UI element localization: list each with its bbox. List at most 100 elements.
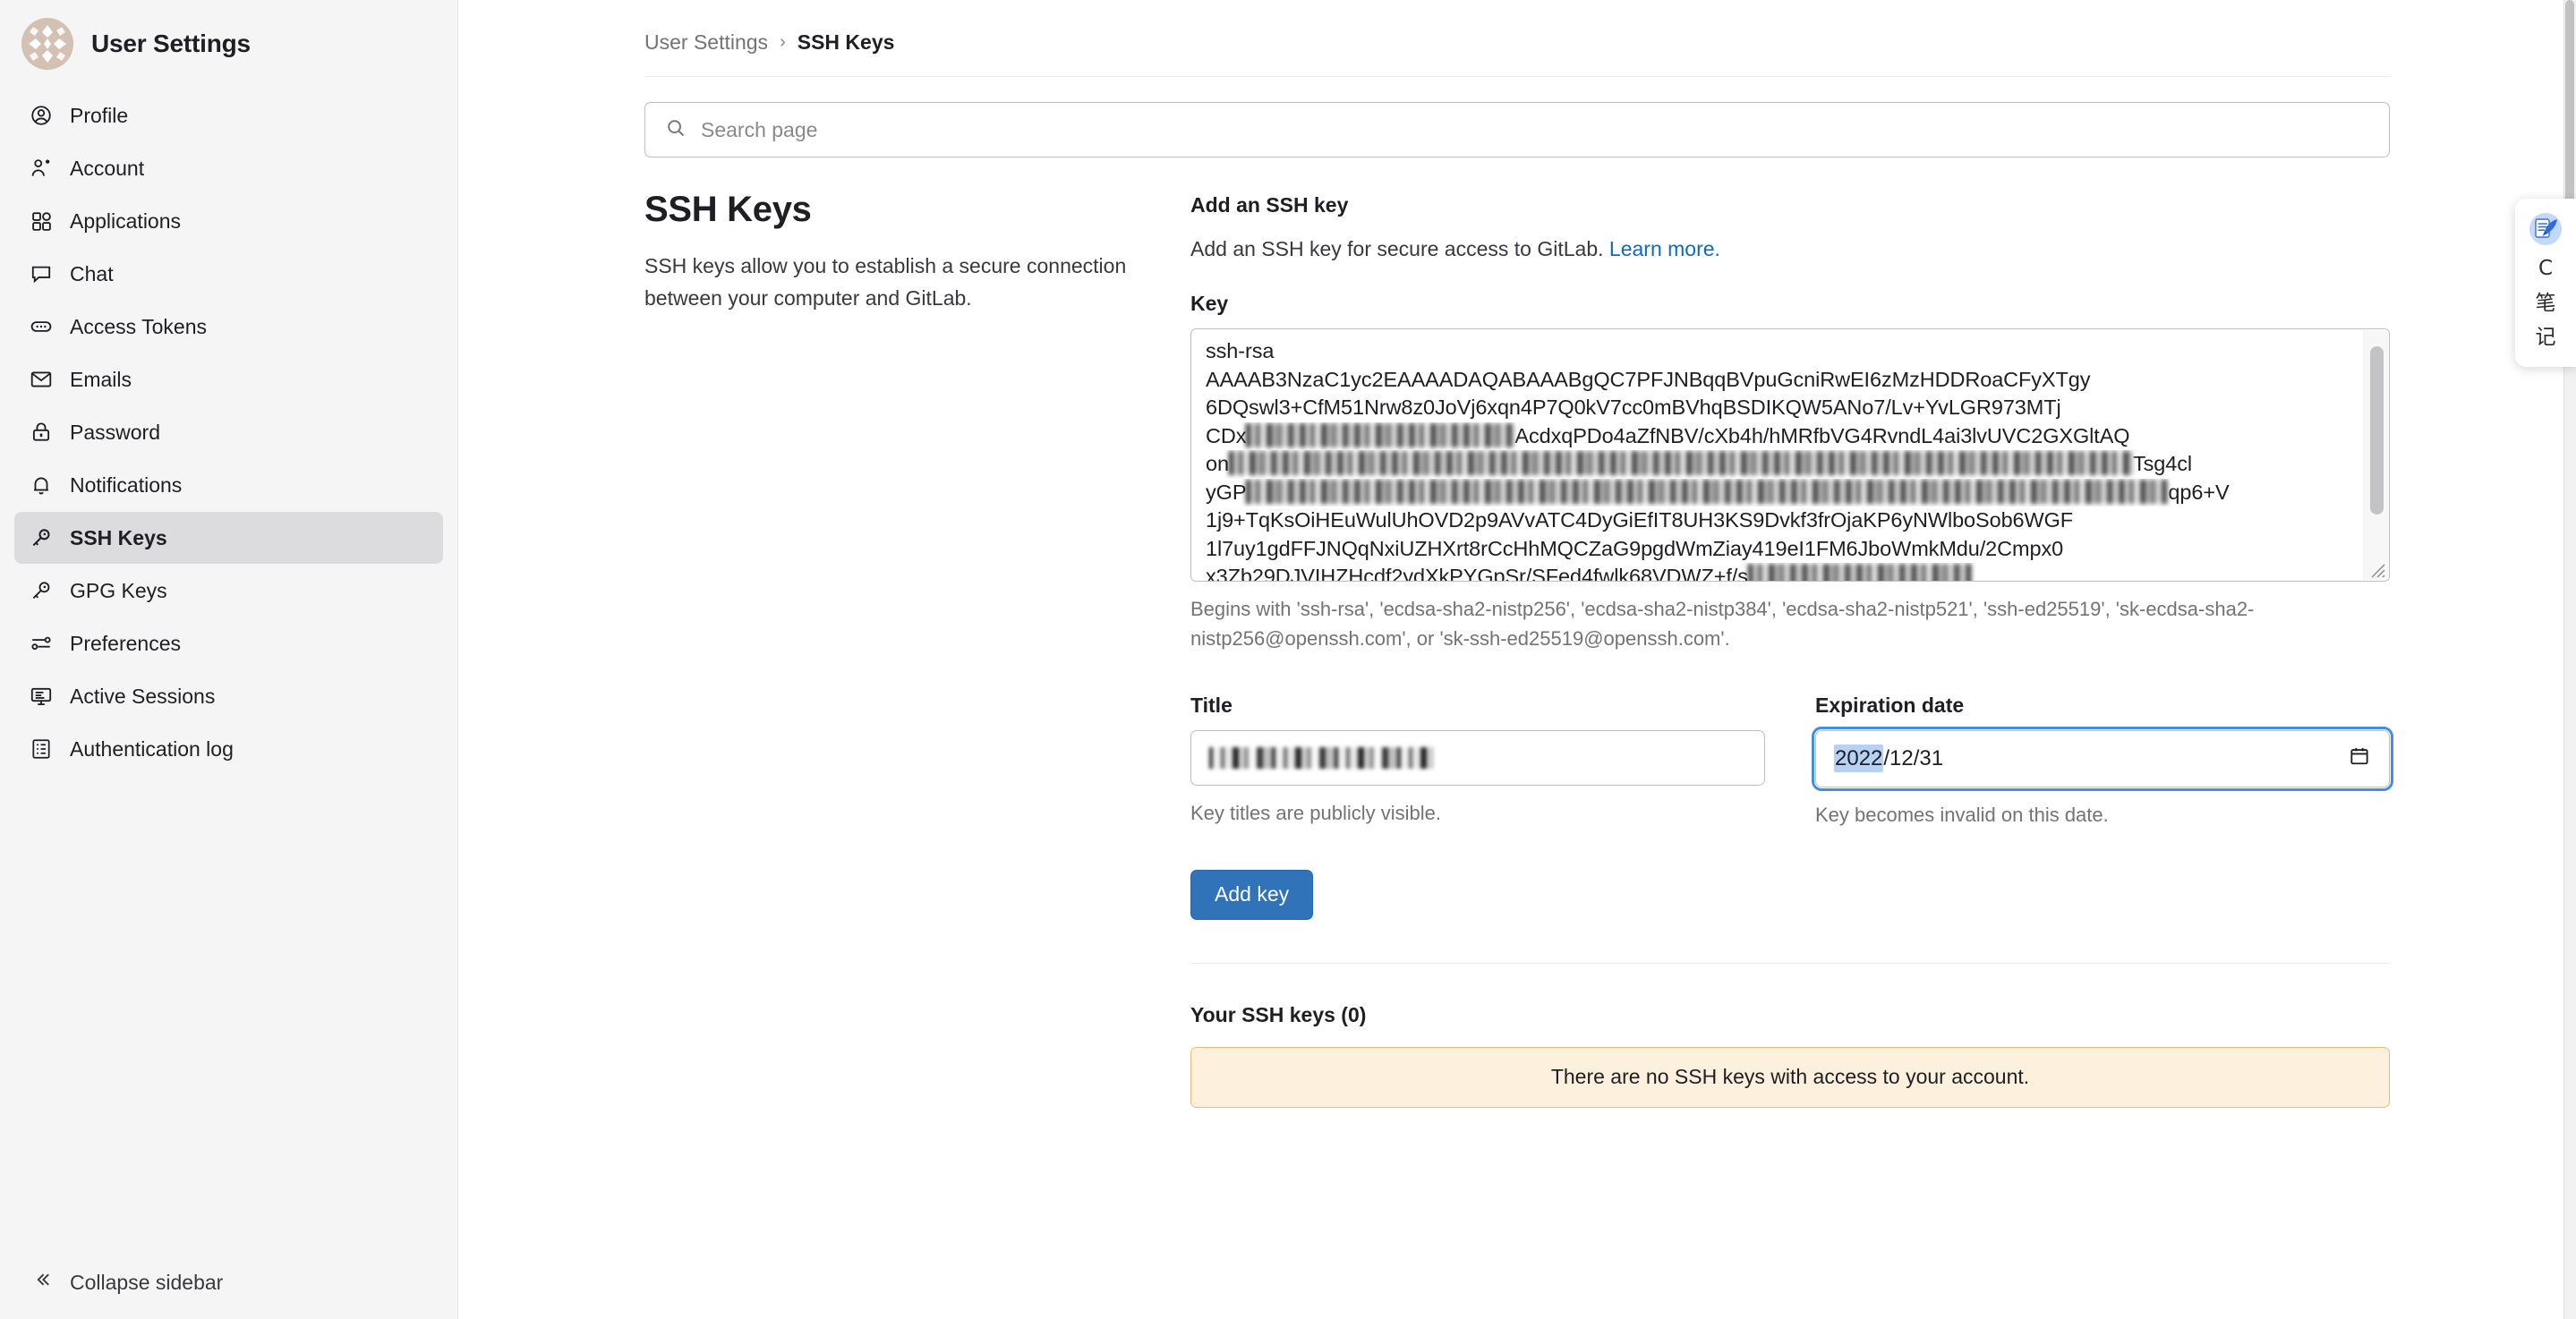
breadcrumb: User Settings › SSH Keys bbox=[458, 0, 2576, 55]
sidebar-title: User Settings bbox=[91, 30, 251, 57]
empty-keys-message: There are no SSH keys with access to you… bbox=[1550, 1065, 2030, 1089]
collapse-sidebar-label: Collapse sidebar bbox=[70, 1270, 224, 1294]
sliders-icon bbox=[29, 631, 54, 656]
chat-bubble-icon bbox=[29, 261, 54, 286]
floating-widget-line-1: C bbox=[2538, 257, 2554, 280]
sidebar-item-profile[interactable]: Profile bbox=[14, 89, 443, 141]
sidebar-header: User Settings bbox=[0, 0, 457, 82]
add-ssh-key-description: Add an SSH key for secure access to GitL… bbox=[1190, 237, 2390, 261]
sidebar-item-label: Applications bbox=[70, 208, 182, 233]
floating-widget-line-2: 笔 bbox=[2535, 291, 2556, 315]
settings-left-column: SSH Keys SSH keys allow you to establish… bbox=[644, 190, 1190, 1108]
sidebar-item-emails[interactable]: Emails bbox=[14, 353, 443, 405]
key-textarea-wrap: ssh-rsa AAAAB3NzaC1yc2EAAAADAQABAAABgQC7… bbox=[1190, 328, 2390, 582]
add-ssh-key-description-text: Add an SSH key for secure access to GitL… bbox=[1190, 237, 1604, 260]
your-ssh-keys-heading: Your SSH keys (0) bbox=[1190, 1002, 1367, 1026]
settings-body: SSH Keys SSH keys allow you to establish… bbox=[458, 157, 2576, 1108]
search-page-input[interactable]: Search page bbox=[644, 102, 2390, 157]
sidebar-item-label: Preferences bbox=[70, 631, 182, 655]
key-line-redacted: yGP qp6+V bbox=[1206, 479, 2230, 504]
breadcrumb-current: SSH Keys bbox=[797, 30, 895, 54]
add-key-button[interactable]: Add key bbox=[1190, 869, 1314, 920]
sidebar: User Settings Profile Account Applicatio… bbox=[0, 0, 458, 1319]
calendar-icon[interactable] bbox=[2348, 745, 2371, 772]
expiration-date-label: Expiration date bbox=[1815, 693, 1965, 717]
token-pill-icon bbox=[29, 314, 54, 339]
key-icon bbox=[29, 525, 54, 550]
sidebar-item-active-sessions[interactable]: Active Sessions bbox=[14, 670, 443, 722]
app-root: User Settings Profile Account Applicatio… bbox=[0, 0, 2576, 1319]
sidebar-item-label: SSH Keys bbox=[70, 525, 167, 549]
key-line-redacted: CDx AcdxqPDo4aZfNBV/cXb4h/hMRfbVG4RvndL4a… bbox=[1206, 422, 2130, 447]
textarea-scrollbar[interactable] bbox=[2363, 330, 2388, 580]
title-expiration-row: Title Key titles are publicly visible. E… bbox=[1190, 693, 2393, 827]
sidebar-item-label: Password bbox=[70, 420, 160, 444]
title-input[interactable] bbox=[1190, 729, 1765, 786]
search-placeholder: Search page bbox=[701, 117, 818, 141]
textarea-scrollbar-thumb[interactable] bbox=[2370, 346, 2384, 515]
main-content: User Settings › SSH Keys Search page SSH… bbox=[458, 0, 2576, 1319]
bell-icon bbox=[29, 472, 54, 498]
user-circle-icon bbox=[29, 103, 54, 128]
sidebar-item-label: Access Tokens bbox=[70, 314, 207, 338]
title-value-redacted bbox=[1209, 746, 1433, 769]
sidebar-item-authentication-log[interactable]: Authentication log bbox=[14, 723, 443, 775]
breadcrumb-separator-icon: › bbox=[780, 32, 786, 52]
envelope-icon bbox=[29, 367, 54, 392]
sidebar-item-ssh-keys[interactable]: SSH Keys bbox=[14, 512, 443, 564]
expiration-date-input[interactable]: 2022/12/31 bbox=[1812, 726, 2393, 791]
ssh-key-textarea[interactable]: ssh-rsa AAAAB3NzaC1yc2EAAAADAQABAAABgQC7… bbox=[1190, 328, 2390, 582]
empty-keys-alert: There are no SSH keys with access to you… bbox=[1190, 1046, 2390, 1108]
breadcrumb-parent[interactable]: User Settings bbox=[644, 30, 768, 55]
sidebar-nav: Profile Account Applications Chat Access… bbox=[0, 82, 457, 775]
sidebar-item-label: Notifications bbox=[70, 472, 183, 497]
textarea-resize-handle[interactable] bbox=[2363, 556, 2386, 579]
user-gear-icon bbox=[29, 156, 54, 181]
title-help-text: Key titles are publicly visible. bbox=[1190, 801, 1442, 824]
section-divider bbox=[1190, 962, 2390, 964]
sidebar-item-label: Profile bbox=[70, 103, 129, 127]
sidebar-item-notifications[interactable]: Notifications bbox=[14, 459, 443, 511]
search-section: Search page bbox=[458, 77, 2576, 157]
key-line: 1l7uy1gdFFJNQqNxiUZHXrt8rCcHhMQCZaG9pgdW… bbox=[1206, 536, 2064, 560]
grid-apps-icon bbox=[29, 208, 54, 234]
sidebar-item-account[interactable]: Account bbox=[14, 142, 443, 194]
collapse-sidebar-button[interactable]: Collapse sidebar bbox=[0, 1269, 457, 1319]
sidebar-item-chat[interactable]: Chat bbox=[14, 248, 443, 300]
expiration-date-value: 2022/12/31 bbox=[1834, 744, 1943, 772]
key-label: Key bbox=[1190, 292, 1229, 315]
key-line: 6DQswl3+CfM51Nrw8z0JoVj6xqn4P7Q0kV7cc0mB… bbox=[1206, 396, 2061, 419]
lock-icon bbox=[29, 420, 54, 445]
key-line: AAAAB3NzaC1yc2EAAAADAQABAAABgQC7PFJNBqqB… bbox=[1206, 367, 2091, 391]
monitor-icon bbox=[29, 684, 54, 709]
user-avatar[interactable] bbox=[21, 18, 73, 70]
sidebar-item-label: Chat bbox=[70, 261, 114, 285]
key-help-text: Begins with 'ssh-rsa', 'ecdsa-sha2-nistp… bbox=[1190, 598, 2255, 651]
settings-right-column: Add an SSH key Add an SSH key for secure… bbox=[1190, 190, 2393, 1108]
title-label: Title bbox=[1190, 693, 1233, 717]
sidebar-item-gpg-keys[interactable]: GPG Keys bbox=[14, 565, 443, 617]
double-chevron-left-icon bbox=[32, 1269, 54, 1296]
floating-notes-widget[interactable]: C 笔 记 bbox=[2515, 199, 2576, 367]
key-line-redacted: x3Zb29DJVIHZHcdf2ydXkPYGpSr/SFed4fwlk68V… bbox=[1206, 563, 2376, 581]
sidebar-item-label: GPG Keys bbox=[70, 578, 167, 602]
sidebar-item-label: Account bbox=[70, 156, 145, 180]
expiration-help-text: Key becomes invalid on this date. bbox=[1815, 803, 2109, 826]
key-icon bbox=[29, 578, 54, 603]
sidebar-item-label: Active Sessions bbox=[70, 684, 216, 708]
key-line: 1j9+TqKsOiHEuWulUhOVD2p9AVvATC4DyGiEfIT8… bbox=[1206, 508, 2074, 532]
sidebar-item-preferences[interactable]: Preferences bbox=[14, 617, 443, 669]
expiration-year-segment[interactable]: 2022 bbox=[1834, 744, 1884, 772]
sidebar-item-label: Emails bbox=[70, 367, 132, 391]
note-feather-icon bbox=[2528, 211, 2563, 247]
sidebar-item-password[interactable]: Password bbox=[14, 406, 443, 458]
key-line-redacted: on Tsg4cl bbox=[1206, 451, 2192, 475]
learn-more-link[interactable]: Learn more. bbox=[1609, 237, 1720, 260]
expiration-rest-segment[interactable]: /12/31 bbox=[1883, 746, 1943, 770]
page-description: SSH keys allow you to establish a secure… bbox=[644, 254, 1127, 310]
key-field-group: Key ssh-rsa AAAAB3NzaC1yc2EAAAADAQABAAAB… bbox=[1190, 292, 2390, 654]
title-field-group: Title Key titles are publicly visible. bbox=[1190, 694, 1790, 827]
sidebar-item-applications[interactable]: Applications bbox=[14, 195, 443, 247]
sidebar-item-access-tokens[interactable]: Access Tokens bbox=[14, 301, 443, 353]
expiration-field-group: Expiration date 2022/12/31 Key becomes i… bbox=[1790, 693, 2393, 827]
